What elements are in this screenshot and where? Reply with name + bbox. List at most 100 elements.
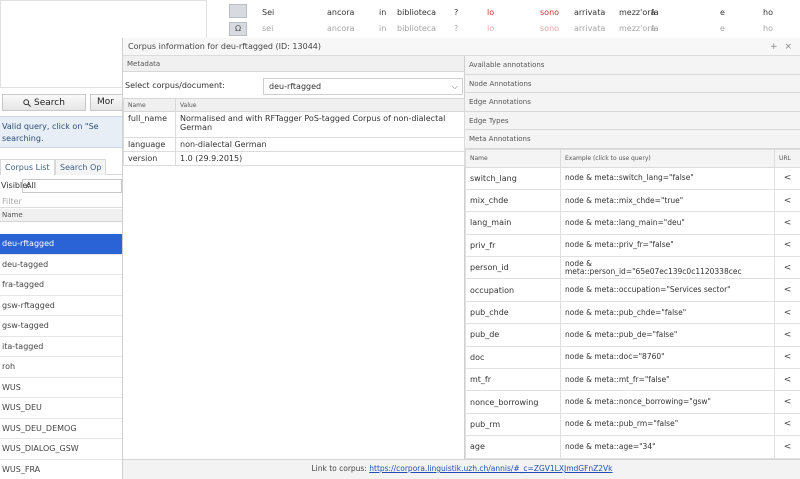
annotation-example-link[interactable]: node & meta::occupation="Services sector… <box>560 278 775 302</box>
kwic-token[interactable]: ? <box>454 24 458 33</box>
annotation-example-link[interactable]: node & meta::mt_fr="false" <box>560 368 775 392</box>
annotation-example-link[interactable]: node & meta::switch_lang="false" <box>560 166 775 190</box>
meta-col-value[interactable]: Value <box>175 98 465 112</box>
share-icon[interactable]: < <box>774 233 800 258</box>
kwic-token[interactable]: lo <box>487 24 494 33</box>
share-icon[interactable]: < <box>774 300 800 325</box>
kwic-token[interactable]: sei <box>262 24 273 33</box>
filter-input[interactable]: Filter <box>0 196 122 208</box>
search-button-label: Search <box>34 97 65 108</box>
kwic-token[interactable]: sono <box>540 24 559 33</box>
annotation-example-link[interactable]: node & meta::pub_de="false" <box>560 323 775 347</box>
kwic-token[interactable]: in <box>379 8 386 17</box>
kwic-token[interactable]: biblioteca <box>397 24 436 33</box>
share-icon[interactable]: < <box>774 278 800 302</box>
share-icon[interactable]: < <box>774 435 800 459</box>
annotations-panel: Available annotations Node Annotations E… <box>465 56 800 459</box>
annotation-example-link[interactable]: node & meta::doc="8760" <box>560 345 775 370</box>
table-row: pub_chde node & meta::pub_chde="false" < <box>465 300 800 325</box>
kwic-token[interactable]: fa <box>651 24 659 33</box>
visible-select[interactable]: All <box>22 179 122 193</box>
table-row: switch_lang node & meta::switch_lang="fal… <box>465 166 800 190</box>
annotation-example-link[interactable]: node & meta::nonce_borrowing="gsw" <box>560 390 775 414</box>
tab-search-options[interactable]: Search Op <box>55 159 107 175</box>
meta-key: language <box>123 137 176 152</box>
search-button[interactable]: Search <box>2 94 86 111</box>
section-edge-types[interactable]: Edge Types <box>465 111 800 130</box>
share-icon[interactable]: < <box>774 166 800 190</box>
corpus-list-item[interactable]: WUS_DEU_DEMOG <box>0 419 122 439</box>
corpus-list-item[interactable]: WUS_DIALOG_GSW <box>0 439 122 460</box>
section-edge-annotations[interactable]: Edge Annotations <box>465 93 800 112</box>
kwic-token[interactable]: Sei <box>262 8 274 17</box>
annotation-name: mt_fr <box>465 368 561 392</box>
corpus-link[interactable]: https://corpora.linguistik.uzh.ch/annis/… <box>369 464 612 473</box>
table-row: person_id node & meta::person_id="65e07ec… <box>465 256 800 280</box>
dialog-window-controls[interactable]: + × <box>770 38 794 56</box>
corpus-list-item[interactable]: fra-tagged <box>0 275 122 296</box>
annotation-name: lang_main <box>465 211 561 235</box>
kwic-token[interactable]: mezz'ora <box>619 8 655 17</box>
kwic-token[interactable]: ancora <box>327 24 354 33</box>
kwic-token[interactable]: mezz'ora <box>619 24 655 33</box>
corpus-list: deu-rftagged deu-tagged fra-tagged gsw-rfta… <box>0 234 122 479</box>
meta-col-name[interactable]: Name <box>123 98 176 112</box>
kwic-token[interactable]: sono <box>540 8 559 17</box>
share-icon[interactable]: < <box>774 390 800 414</box>
kwic-token[interactable]: e <box>720 8 725 17</box>
tab-corpus-list[interactable]: Corpus List <box>0 159 55 175</box>
table-row: lang_main node & meta::lang_main="deu" < <box>465 211 800 235</box>
corpus-list-item[interactable]: WUS <box>0 378 122 398</box>
annotation-example-link[interactable]: node & meta::lang_main="deu" <box>560 211 775 235</box>
annotation-example-link[interactable]: node & meta::pub_rm="false" <box>560 412 775 437</box>
corpus-list-item[interactable]: gsw-rftagged <box>0 296 122 316</box>
share-icon[interactable]: < <box>774 412 800 437</box>
share-icon[interactable]: < <box>774 368 800 392</box>
kwic-token[interactable]: biblioteca <box>397 8 436 17</box>
meta-value: 1.0 (29.9.2015) <box>175 151 465 166</box>
annotation-example-link[interactable]: node & meta::mix_chde="true" <box>560 188 775 213</box>
corpus-list-item[interactable]: WUS_FRA <box>0 460 122 479</box>
annotation-name: age <box>465 435 561 459</box>
corpus-list-item[interactable]: ita-tagged <box>0 337 122 357</box>
share-icon[interactable]: < <box>774 211 800 235</box>
ann-col-url[interactable]: URL <box>774 148 800 168</box>
annotation-example-link[interactable]: node & meta::pub_chde="false" <box>560 300 775 325</box>
kwic-token[interactable]: fa <box>651 8 659 17</box>
share-icon[interactable]: < <box>774 345 800 370</box>
table-row: nonce_borrowing node & meta::nonce_borrow… <box>465 390 800 414</box>
kwic-token[interactable]: arrivata <box>574 24 605 33</box>
kwic-token[interactable]: ancora <box>327 8 354 17</box>
corpus-column-header[interactable]: Name <box>0 209 122 222</box>
corpus-info-dialog: Corpus information for deu-rftagged (ID:… <box>122 38 800 479</box>
share-icon[interactable]: < <box>774 188 800 213</box>
annotation-example-link[interactable]: node & meta::age="34" <box>560 435 775 459</box>
share-icon[interactable]: < <box>774 323 800 347</box>
corpus-list-item[interactable]: gsw-tagged <box>0 316 122 337</box>
kwic-token[interactable]: ho <box>763 24 773 33</box>
metadata-header: Metadata <box>123 56 464 72</box>
corpus-link-label: Link to corpus: <box>311 464 367 473</box>
corpus-document-select[interactable]: deu-rftagged ⌵ <box>263 78 463 95</box>
kwic-token[interactable]: ho <box>763 8 773 17</box>
kwic-token[interactable]: ? <box>454 8 458 17</box>
annotation-example-link[interactable]: node & meta::person_id="65e07ec139c0c112… <box>560 256 775 280</box>
corpus-list-item[interactable]: deu-tagged <box>0 255 122 275</box>
section-meta-annotations[interactable]: Meta Annotations <box>465 130 800 149</box>
meta-key: version <box>123 151 176 166</box>
kwic-token[interactable]: lo <box>487 8 494 17</box>
ann-col-name[interactable]: Name <box>465 148 561 168</box>
kwic-token[interactable]: in <box>379 24 386 33</box>
kwic-token[interactable]: e <box>720 24 725 33</box>
table-row: language non-dialectal German <box>123 137 465 152</box>
ann-col-example[interactable]: Example (click to use query) <box>560 148 775 168</box>
corpus-list-item[interactable]: WUS_DEU <box>0 398 122 419</box>
corpus-list-item[interactable]: roh <box>0 357 122 378</box>
kwic-token[interactable]: arrivata <box>574 8 605 17</box>
annotation-example-link[interactable]: node & meta::priv_fr="false" <box>560 233 775 258</box>
share-icon[interactable]: < <box>774 256 800 280</box>
table-row: priv_fr node & meta::priv_fr="false" < <box>465 233 800 258</box>
corpus-list-item[interactable]: deu-rftagged <box>0 234 122 255</box>
section-node-annotations[interactable]: Node Annotations <box>465 74 800 93</box>
corpus-select-value: deu-rftagged <box>269 82 322 91</box>
